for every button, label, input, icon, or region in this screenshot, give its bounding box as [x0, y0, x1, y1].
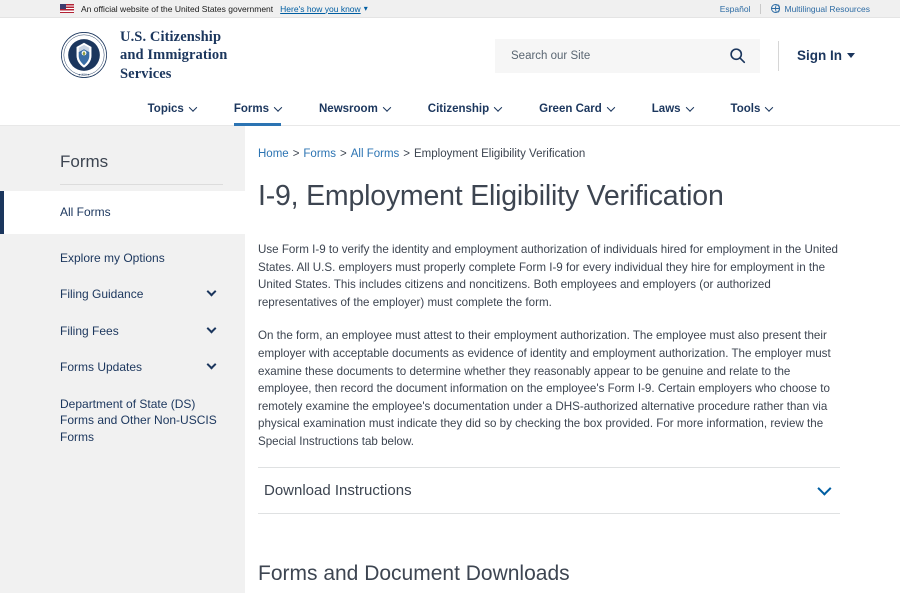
breadcrumb: Home > Forms > All Forms > Employment Eligibil… — [258, 148, 840, 160]
nav-item-topics[interactable]: Topics — [129, 93, 215, 125]
chevron-down-icon — [382, 103, 392, 112]
nav-label-laws: Laws — [651, 103, 681, 115]
globe-icon — [771, 3, 781, 13]
site-search[interactable] — [495, 38, 760, 73]
nav-item-laws[interactable]: Laws — [633, 93, 712, 125]
chevron-down-icon[interactable] — [206, 323, 217, 334]
intro-paragraph-1: Use Form I-9 to verify the identity and … — [258, 243, 838, 309]
banner-right-links: Español Multilingual Resources — [710, 3, 890, 14]
government-banner: An official website of the United States… — [0, 0, 900, 18]
dhs-seal-icon: ★ 2003 ★ — [61, 32, 107, 79]
sidebar-item-ds-forms[interactable]: Department of State (DS) Forms and Other… — [0, 386, 245, 456]
breadcrumb-separator: > — [340, 148, 347, 160]
chevron-down-icon[interactable] — [817, 481, 832, 496]
sign-in-label: Sign In — [797, 48, 842, 63]
nav-label-tools: Tools — [730, 103, 761, 115]
breadcrumb-item-forms[interactable]: Forms — [303, 148, 336, 160]
breadcrumb-separator: > — [403, 148, 410, 160]
sign-in-button[interactable]: Sign In — [797, 48, 855, 63]
sidebar-item-label: Explore my Options — [60, 250, 165, 265]
brand-wordmark: U.S. Citizenship and Immigration Service… — [120, 28, 227, 83]
intro-paragraph-2: On the form, an employee must attest to … — [258, 329, 831, 449]
page-body: Forms All Forms Explore my Options Filin… — [0, 126, 900, 593]
main-content: Home > Forms > All Forms > Employment Eligibil… — [245, 126, 900, 593]
sidebar-item-label: Filing Fees — [60, 323, 119, 338]
chevron-down-icon[interactable]: ▾ — [364, 4, 368, 13]
nav-item-forms[interactable]: Forms — [215, 93, 300, 126]
chevron-down-icon — [273, 103, 283, 112]
sidebar-item-forms-updates[interactable]: Forms Updates — [0, 349, 245, 386]
search-icon — [730, 48, 746, 64]
nav-label-topics: Topics — [147, 103, 184, 115]
nav-label-green-card: Green Card — [539, 103, 602, 115]
brand-line-1: U.S. Citizenship — [120, 29, 222, 46]
uscis-logo-link[interactable]: ★ 2003 ★ U.S. Citizenship and Immigratio… — [60, 28, 227, 83]
nav-label-citizenship: Citizenship — [427, 103, 490, 115]
breadcrumb-separator: > — [292, 148, 300, 160]
multilingual-resources-label: Multilingual Resources — [784, 3, 870, 14]
sidebar-item-filing-guidance[interactable]: Filing Guidance — [0, 276, 245, 313]
chevron-down-icon — [685, 103, 694, 112]
chevron-down-icon — [493, 103, 503, 112]
sidebar-item-all-forms[interactable]: All Forms — [0, 191, 245, 234]
breadcrumb-item-all-forms[interactable]: All Forms — [351, 148, 400, 160]
sidebar-item-label: Forms Updates — [60, 360, 143, 375]
nav-item-newsroom[interactable]: Newsroom — [300, 93, 409, 125]
chevron-down-icon[interactable] — [206, 359, 217, 370]
header-divider — [778, 40, 779, 71]
nav-item-tools[interactable]: Tools — [712, 93, 792, 125]
nav-item-citizenship[interactable]: Citizenship — [409, 93, 520, 125]
accordion-title: Download Instructions — [264, 481, 412, 499]
header-utilities: Sign In — [495, 38, 855, 73]
download-instructions-accordion[interactable]: Download Instructions — [258, 466, 840, 514]
caret-down-icon — [847, 53, 855, 58]
banner-text: An official website of the United States… — [81, 3, 274, 14]
nav-label-forms: Forms — [233, 103, 269, 115]
nav-item-green-card[interactable]: Green Card — [520, 93, 633, 125]
chevron-down-icon — [765, 103, 774, 112]
brand-line-3: Services — [120, 65, 172, 82]
breadcrumb-item-current: Employment Eligibility Verification — [414, 148, 586, 160]
svg-text:★ 2003 ★: ★ 2003 ★ — [78, 73, 90, 77]
chevron-down-icon[interactable] — [206, 286, 217, 297]
chevron-down-icon — [188, 103, 198, 112]
us-flag-icon — [60, 4, 74, 13]
sidebar-heading: Forms — [60, 152, 109, 171]
multilingual-resources-link[interactable]: Multilingual Resources — [761, 3, 880, 14]
sidebar-item-label: Department of State (DS) Forms and Other… — [60, 396, 217, 444]
breadcrumb-item-home[interactable]: Home — [258, 148, 289, 160]
search-submit-button[interactable] — [727, 47, 748, 64]
espanol-link[interactable]: Español — [710, 4, 761, 14]
sidebar-item-label: All Forms — [60, 205, 111, 219]
sidebar-item-explore-my-options[interactable]: Explore my Options — [0, 240, 245, 277]
sidebar: Forms All Forms Explore my Options Filin… — [0, 126, 245, 593]
sidebar-item-filing-fees[interactable]: Filing Fees — [0, 313, 245, 350]
page-title: I-9, Employment Eligibility Verification — [258, 180, 724, 212]
chevron-down-icon — [606, 103, 616, 112]
nav-label-newsroom: Newsroom — [319, 103, 378, 115]
brand-line-2: and Immigration — [120, 47, 228, 64]
search-input[interactable] — [509, 48, 727, 63]
sidebar-item-label: Filing Guidance — [60, 287, 144, 302]
heres-how-you-know-link[interactable]: Here's how you know — [280, 4, 361, 14]
sidebar-divider — [60, 184, 223, 185]
primary-navigation: Topics Forms Newsroom Citizenship Green … — [0, 93, 900, 126]
site-header: ★ 2003 ★ U.S. Citizenship and Immigratio… — [0, 18, 900, 93]
downloads-heading: Forms and Document Downloads — [258, 561, 570, 585]
